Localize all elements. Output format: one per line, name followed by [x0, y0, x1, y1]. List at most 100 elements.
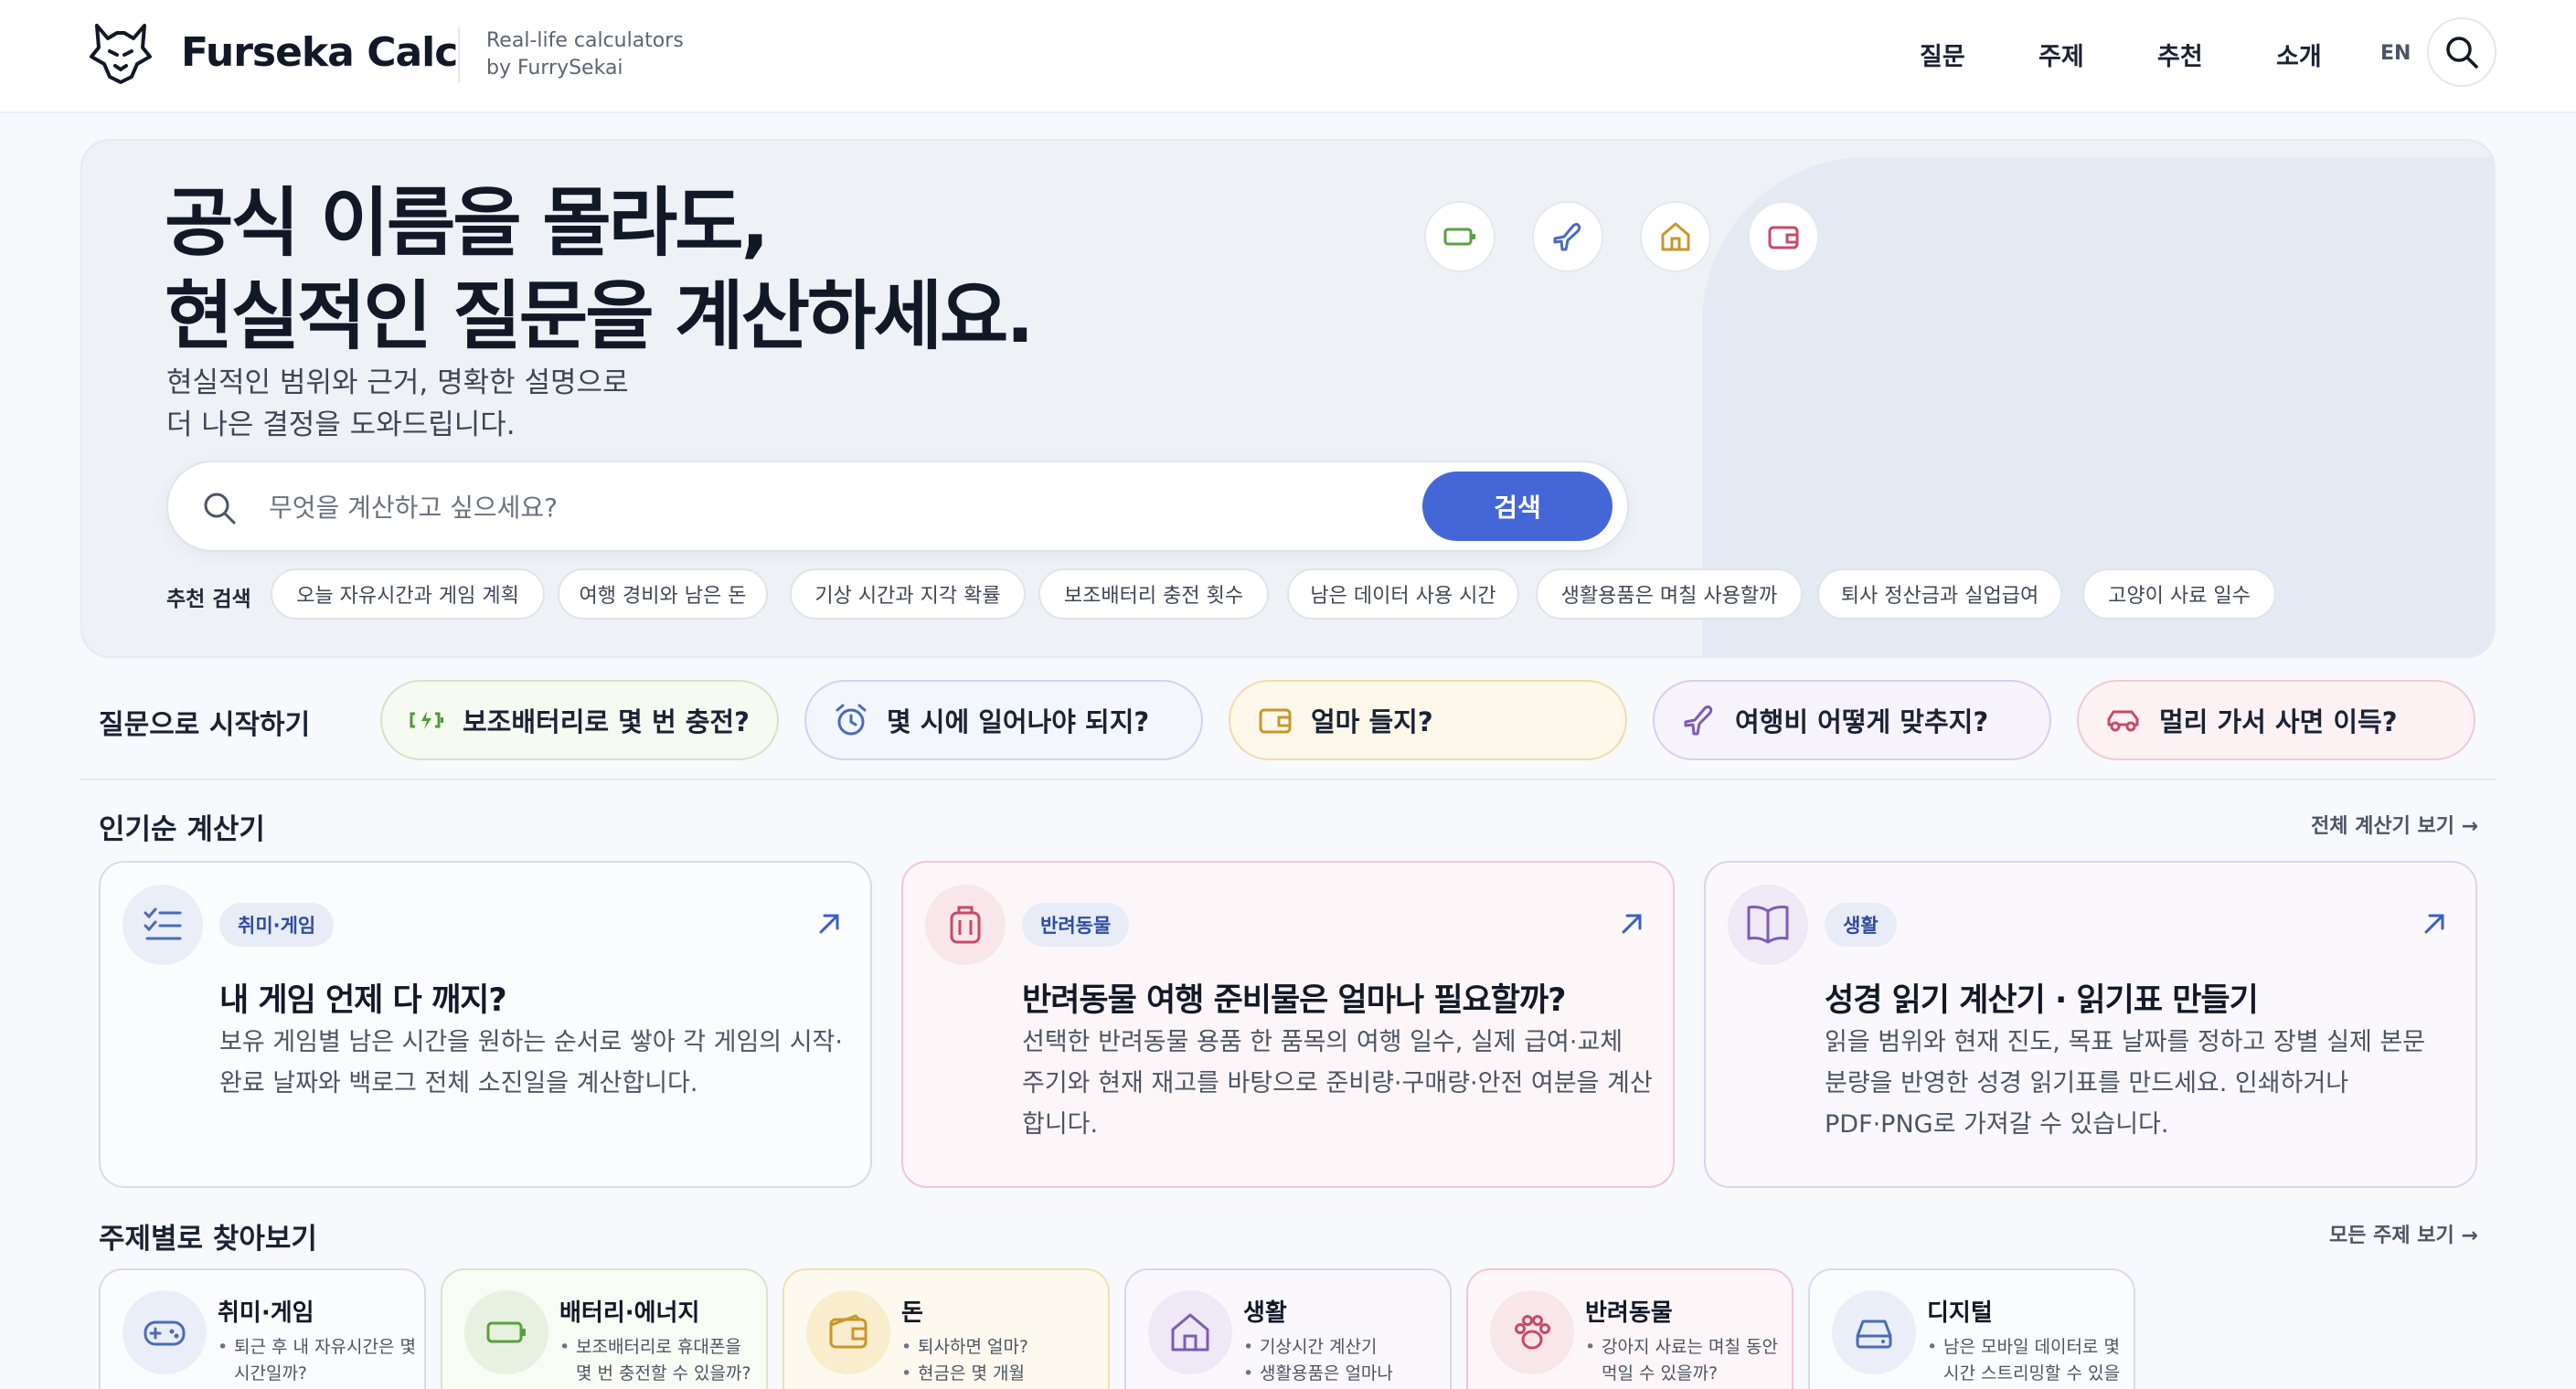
plane-icon: [1553, 223, 1581, 251]
brand-divider: [458, 27, 460, 82]
hero-home-icon: [1640, 201, 1711, 272]
popular-card-title: 반려동물 여행 준비물은 얼마나 필요할까?: [1022, 982, 1566, 1019]
quick-question-text: 몇 시에 일어나야 되지?: [887, 706, 1150, 737]
popular-card-icon-wrap: [1728, 885, 1808, 965]
popular-card-tag: 반려동물: [1022, 903, 1130, 947]
chip-free-time-game[interactable]: 오늘 자유시간과 게임 계획: [271, 568, 545, 620]
chip-household-supplies[interactable]: 생활용품은 며칠 사용할까: [1536, 568, 1803, 620]
topic-title: 취미·게임: [218, 1299, 314, 1327]
section-divider: [80, 779, 2496, 780]
quick-question-text: 멀리 가서 사면 이득?: [2159, 706, 2398, 737]
topic-list-item[interactable]: 퇴근 후 내 자유시간은 몇 시간일까?: [218, 1334, 420, 1387]
wallet-icon: [829, 1314, 868, 1349]
home-icon: [1171, 1313, 1209, 1352]
topic-card-life[interactable]: 생활 기상시간 계산기 생활용품은 얼마나: [1124, 1268, 1452, 1389]
topic-icon-wrap: [806, 1290, 890, 1374]
popular-card-bible-reading[interactable]: 생활 성경 읽기 계산기 · 읽기표 만들기 읽을 범위와 현재 진도, 목표 …: [1704, 861, 2477, 1188]
quick-question-text: 얼마 들지?: [1311, 706, 1433, 737]
wallet-icon: [1259, 708, 1292, 734]
quick-questions-label: 질문으로 시작하기: [99, 709, 311, 741]
topic-card-pets[interactable]: 반려동물 강아지 사료는 며칠 동안 먹일 수 있을까?: [1466, 1268, 1794, 1389]
popular-card-icon-wrap: [122, 885, 203, 965]
search-input[interactable]: [269, 488, 1457, 526]
wallet-icon: [1768, 226, 1799, 249]
site-header: Furseka Calc Real-life calculators by Fu…: [0, 0, 2576, 113]
chip-cat-food[interactable]: 고양이 사료 일수: [2082, 568, 2276, 620]
topic-list: 퇴사하면 얼마? 현금은 몇 개월: [901, 1334, 1104, 1387]
quick-wake-up[interactable]: 몇 시에 일어나야 되지?: [804, 680, 1203, 760]
topic-list-item[interactable]: 남은 모바일 데이터로 몇 시간 스트리밍할 수 있을까?: [1927, 1334, 2130, 1389]
topic-icon-wrap: [1490, 1290, 1574, 1374]
view-all-calculators-link[interactable]: 전체 계산기 보기 →: [2311, 810, 2478, 839]
hero-wallet-icon: [1748, 201, 1819, 272]
popular-card-tag: 생활: [1825, 903, 1897, 947]
topic-list-item[interactable]: 생활용품은 얼마나: [1243, 1361, 1446, 1387]
nav-about[interactable]: 소개: [2276, 37, 2322, 72]
topic-list-item[interactable]: 보조배터리로 휴대폰을 몇 번 충전할 수 있을까?: [559, 1334, 762, 1387]
chip-data-usage[interactable]: 남은 데이터 사용 시간: [1287, 568, 1519, 620]
popular-section-title: 인기순 계산기: [99, 813, 265, 846]
topic-list-item[interactable]: 퇴사하면 얼마?: [901, 1334, 1104, 1361]
language-toggle[interactable]: EN: [2380, 42, 2411, 65]
car-icon: [2107, 710, 2139, 732]
topic-card-digital[interactable]: 디지털 남은 모바일 데이터로 몇 시간 스트리밍할 수 있을까?: [1808, 1268, 2135, 1389]
popular-card-description: 선택한 반려동물 용품 한 품목의 여행 일수, 실제 급여·교체 주기와 현재…: [1022, 1028, 1653, 1139]
topic-list: 보조배터리로 휴대폰을 몇 번 충전할 수 있을까?: [559, 1334, 762, 1387]
hero-title: 공식 이름을 몰라도, 현실적인 질문을 계산하세요.: [165, 177, 1035, 364]
quick-travel-budget[interactable]: 여행비 어떻게 맞추지?: [1653, 680, 2051, 760]
battery-icon: [1443, 228, 1475, 246]
arrow-up-right-icon: [1622, 914, 1642, 934]
topics-section-title: 주제별로 찾아보기: [99, 1223, 317, 1256]
wolf-logo-icon[interactable]: [84, 16, 157, 90]
topic-icon-wrap: [122, 1290, 207, 1374]
hero-section: 공식 이름을 몰라도, 현실적인 질문을 계산하세요. 현실적인 범위와 근거,…: [80, 139, 2496, 658]
popular-card-tag: 취미·게임: [219, 903, 335, 947]
nav-topics[interactable]: 주제: [2038, 37, 2084, 72]
arrow-up-right-icon: [819, 914, 839, 934]
topic-list-item[interactable]: 기상시간 계산기: [1243, 1334, 1446, 1361]
chip-wake-time[interactable]: 기상 시간과 지각 확률: [790, 568, 1026, 620]
book-icon: [1747, 906, 1789, 944]
search-icon: [204, 493, 236, 525]
battery-icon: [486, 1321, 526, 1343]
plane-icon: [1684, 705, 1713, 736]
popular-card-icon-wrap: [925, 885, 1006, 965]
hero-plane-icon: [1532, 201, 1603, 272]
hero-subtitle-line-1: 현실적인 범위와 근거, 명확한 설명으로: [166, 366, 629, 399]
brand-name[interactable]: Furseka Calc: [181, 29, 458, 76]
hero-subtitle: 현실적인 범위와 근거, 명확한 설명으로 더 나은 결정을 도와드립니다.: [166, 362, 629, 446]
topic-list: 퇴근 후 내 자유시간은 몇 시간일까?: [218, 1334, 420, 1387]
alarm-clock-icon: [836, 704, 867, 736]
topic-title: 돈: [901, 1299, 923, 1327]
topic-card-money[interactable]: 돈 퇴사하면 얼마? 현금은 몇 개월: [782, 1268, 1110, 1389]
arrow-up-right-icon: [2424, 914, 2444, 934]
chip-severance[interactable]: 퇴사 정산금과 실업급여: [1817, 568, 2062, 620]
search-button[interactable]: 검색: [1422, 472, 1613, 541]
topic-card-battery-energy[interactable]: 배터리·에너지 보조배터리로 휴대폰을 몇 번 충전할 수 있을까?: [441, 1268, 768, 1389]
chip-travel-budget[interactable]: 여행 경비와 남은 돈: [558, 568, 768, 620]
hero-title-line-2: 현실적인 질문을 계산하세요.: [165, 273, 1035, 360]
hero-battery-icon: [1424, 201, 1496, 272]
paw-icon: [1515, 1315, 1550, 1350]
topic-card-hobby-game[interactable]: 취미·게임 퇴근 후 내 자유시간은 몇 시간일까?: [99, 1268, 426, 1389]
topic-list-item[interactable]: 강아지 사료는 며칠 동안 먹일 수 있을까?: [1585, 1334, 1788, 1387]
header-search-button[interactable]: [2427, 17, 2496, 87]
popular-card-game-backlog[interactable]: 취미·게임 내 게임 언제 다 깨지? 보유 게임별 남은 시간을 원하는 순서…: [99, 861, 872, 1188]
topic-title: 디지털: [1927, 1299, 1993, 1327]
nav-questions[interactable]: 질문: [1920, 37, 1965, 72]
quick-question-text: 보조배터리로 몇 번 충전?: [463, 706, 750, 737]
tagline-line-1: Real-life calculators: [486, 29, 684, 52]
popular-card-description: 읽을 범위와 현재 진도, 목표 날짜를 정하고 장별 실제 본문 분량을 반영…: [1825, 1028, 2426, 1139]
topic-list-item[interactable]: 현금은 몇 개월: [901, 1361, 1104, 1387]
quick-drive-far[interactable]: 멀리 가서 사면 이득?: [2077, 680, 2475, 760]
view-all-topics-link[interactable]: 모든 주제 보기 →: [2329, 1219, 2478, 1248]
quick-cost[interactable]: 얼마 들지?: [1229, 680, 1627, 760]
nav-recommended[interactable]: 추천: [2157, 37, 2203, 72]
chip-power-bank[interactable]: 보조배터리 충전 횟수: [1038, 568, 1269, 620]
home-icon: [1661, 222, 1690, 251]
tagline-line-2: by FurrySekai: [486, 57, 623, 80]
quick-question-text: 여행비 어떻게 맞추지?: [1735, 706, 1989, 737]
checklist-icon: [144, 907, 182, 940]
quick-power-bank[interactable]: 보조배터리로 몇 번 충전?: [380, 680, 779, 760]
popular-card-pet-travel[interactable]: 반려동물 반려동물 여행 준비물은 얼마나 필요할까? 선택한 반려동물 용품 …: [901, 861, 1675, 1188]
